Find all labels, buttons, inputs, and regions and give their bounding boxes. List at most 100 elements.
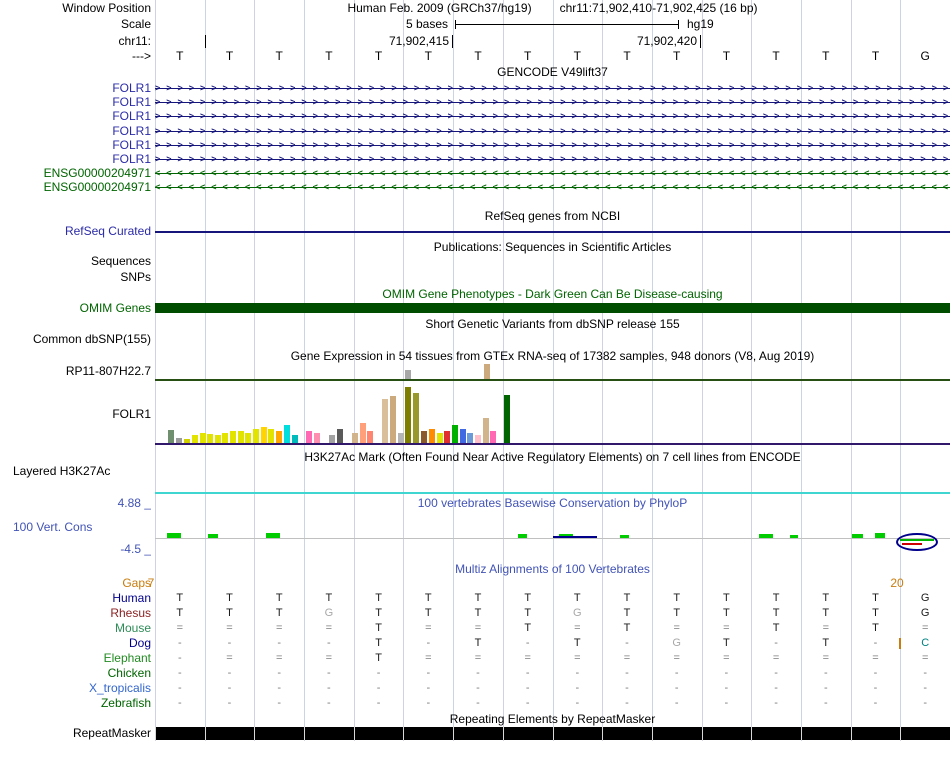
track-label-100-vert-cons[interactable]: 100 Vert. Cons <box>13 520 92 534</box>
alignment-base: T <box>723 607 730 619</box>
gtex-folr1-barchart[interactable] <box>155 383 950 445</box>
track-label-gaps[interactable]: Gaps <box>0 576 151 590</box>
alignment-cells[interactable]: ---------------- <box>155 696 950 711</box>
track-label-refseq-curated[interactable]: RefSeq Curated <box>0 224 151 239</box>
gene-item[interactable]: >>>>>>>>>>>>>>>>>>>>>>>>>>>>>>>>>>>>>>>>… <box>155 95 950 109</box>
ellipse-red-line <box>902 543 922 545</box>
alignment-cells[interactable]: - = = = T = = = = = = = = = = = <box>155 651 950 666</box>
gtex-bar <box>238 431 244 443</box>
alignment-base: = <box>921 622 929 634</box>
alignment-base: T <box>176 592 184 604</box>
gap-size-annotation: 20 <box>890 576 904 590</box>
scale-bar <box>455 20 679 29</box>
gtex-bar <box>444 431 450 443</box>
alignment-base: G <box>672 637 681 649</box>
alignment-base: T <box>872 622 879 634</box>
alignment-cells[interactable]: TTTTTTTTTTTTTTTG <box>155 591 950 606</box>
gtex-folr1-row: FOLR1 <box>0 383 950 445</box>
gene-item[interactable]: >>>>>>>>>>>>>>>>>>>>>>>>>>>>>>>>>>>>>>>>… <box>155 152 950 166</box>
refseq-curated-item[interactable] <box>155 224 950 239</box>
alignment-base: - <box>177 667 182 679</box>
gtex-rp11-barchart[interactable] <box>155 362 950 381</box>
species-label[interactable]: Chicken <box>0 666 151 681</box>
track-label-common-dbsnp[interactable]: Common dbSNP(155) <box>0 332 151 346</box>
alignment-base: G <box>573 607 582 619</box>
alignment-base: T <box>673 592 681 604</box>
gtex-bar <box>398 433 404 443</box>
alignment-base: T <box>226 607 233 619</box>
phylop-signal[interactable] <box>155 510 950 556</box>
alignment-cells[interactable]: ---------------- <box>155 666 950 681</box>
refseq-title: RefSeq genes from NCBI <box>484 209 621 223</box>
track-label-layered-h3k27ac[interactable]: Layered H3K27Ac <box>13 464 110 478</box>
omim-item[interactable] <box>155 301 950 315</box>
alignment-cells[interactable]: ----T-T-T-GT-T-C <box>155 636 950 651</box>
repeatmasker-item[interactable] <box>155 726 950 741</box>
track-label-repeatmasker[interactable]: RepeatMasker <box>0 726 151 741</box>
gtex-bar <box>176 438 182 443</box>
species-label[interactable]: Human <box>0 591 151 606</box>
chrom-label: chr11: <box>118 34 151 48</box>
alignment-base: = <box>822 652 830 664</box>
base-letter: T <box>474 49 482 63</box>
alignment-base: - <box>923 667 928 679</box>
omim-gene-bar <box>155 303 950 313</box>
alignment-cells[interactable]: ---------------- <box>155 681 950 696</box>
alignment-base: - <box>873 697 878 709</box>
species-label[interactable]: Elephant <box>0 651 151 666</box>
gtex-bar <box>452 425 458 443</box>
species-label[interactable]: Dog <box>0 636 151 651</box>
alignment-base: = <box>325 652 333 664</box>
gene-item[interactable]: >>>>>>>>>>>>>>>>>>>>>>>>>>>>>>>>>>>>>>>>… <box>155 81 950 95</box>
h3k27ac-signal[interactable] <box>155 464 950 494</box>
track-label-folr1[interactable]: FOLR1 <box>0 81 151 95</box>
track-label-folr1[interactable]: FOLR1 <box>0 152 151 166</box>
strand-arrows: >>>>>>>>>>>>>>>>>>>>>>>>>>>>>>>>>>>>>>>>… <box>155 111 950 121</box>
position-tick <box>700 35 701 48</box>
species-label[interactable]: Rhesus <box>0 606 151 621</box>
alignment-base: T <box>772 622 780 634</box>
alignment-cells[interactable]: = = = = T = = T = T = = T = T = <box>155 621 950 636</box>
alignment-base: - <box>774 637 778 649</box>
conservation-tick <box>759 534 773 538</box>
strand-arrows: >>>>>>>>>>>>>>>>>>>>>>>>>>>>>>>>>>>>>>>>… <box>155 154 950 164</box>
base-letter: T <box>772 49 780 63</box>
species-label[interactable]: Zebrafish <box>0 696 151 711</box>
alignment-base: = <box>623 652 631 664</box>
track-label-snps[interactable]: SNPs <box>0 270 151 285</box>
track-label-ensg00000204971[interactable]: ENSG00000204971 <box>0 180 151 194</box>
track-label-folr1[interactable]: FOLR1 <box>0 95 151 109</box>
gene-item[interactable]: >>>>>>>>>>>>>>>>>>>>>>>>>>>>>>>>>>>>>>>>… <box>155 124 950 138</box>
track-label-rp11[interactable]: RP11-807H22.7 <box>0 362 151 381</box>
track-label-folr1[interactable]: FOLR1 <box>0 109 151 123</box>
gene-item[interactable]: <<<<<<<<<<<<<<<<<<<<<<<<<<<<<<<<<<<<<<<<… <box>155 166 950 180</box>
insertion-tick <box>899 638 901 649</box>
alignment-base: - <box>674 667 679 679</box>
track-label-folr1[interactable]: FOLR1 <box>0 138 151 152</box>
alignment-base: T <box>623 592 631 604</box>
repeat-grid-tick <box>850 727 852 740</box>
position-label-right: 71,902,420 <box>636 34 697 48</box>
alignment-cells[interactable]: TTTGTTTTGTTTTTTG <box>155 606 950 621</box>
alignment-base: - <box>823 667 828 679</box>
alignment-base: - <box>625 667 629 679</box>
base-letter: T <box>673 49 681 63</box>
gene-item[interactable]: <<<<<<<<<<<<<<<<<<<<<<<<<<<<<<<<<<<<<<<<… <box>155 180 950 194</box>
track-label-folr1[interactable]: FOLR1 <box>0 124 151 138</box>
species-label[interactable]: X_tropicalis <box>0 681 151 696</box>
track-label-sequences[interactable]: Sequences <box>0 254 151 269</box>
gtex-rp11-row: RP11-807H22.7 <box>0 362 950 381</box>
gene-item[interactable]: >>>>>>>>>>>>>>>>>>>>>>>>>>>>>>>>>>>>>>>>… <box>155 109 950 123</box>
gene-item[interactable]: >>>>>>>>>>>>>>>>>>>>>>>>>>>>>>>>>>>>>>>>… <box>155 138 950 152</box>
alignment-base: T <box>573 592 581 604</box>
alignment-base: = <box>524 652 531 664</box>
species-label[interactable]: Mouse <box>0 621 151 636</box>
gtex-bar <box>421 431 427 443</box>
alignment-base: - <box>327 697 331 709</box>
alignment-base: - <box>774 667 778 679</box>
track-label-ensg00000204971[interactable]: ENSG00000204971 <box>0 166 151 180</box>
track-label-gtex-folr1[interactable]: FOLR1 <box>0 383 151 445</box>
refseq-line <box>155 231 950 233</box>
alignment-base: = <box>673 622 680 634</box>
track-label-omim-genes[interactable]: OMIM Genes <box>0 301 151 315</box>
